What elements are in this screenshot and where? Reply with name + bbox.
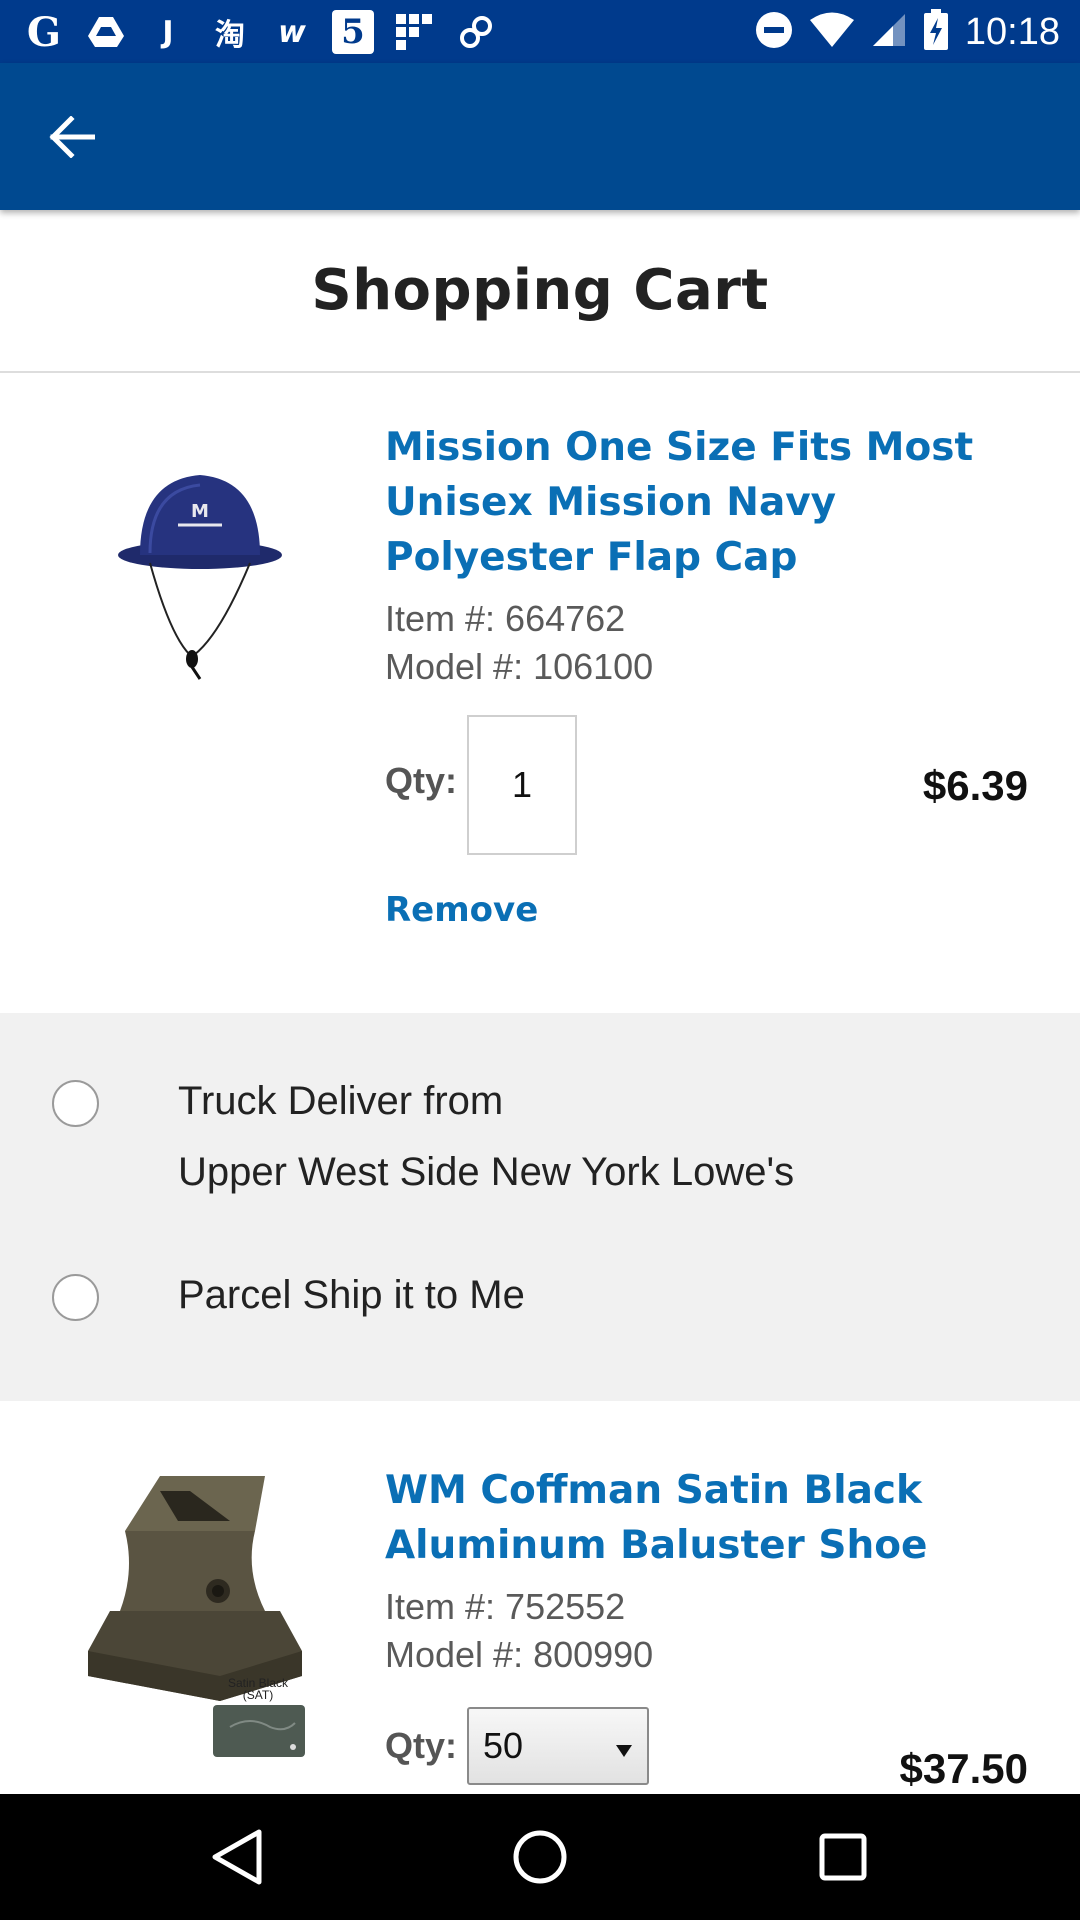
back-button[interactable] <box>42 107 102 167</box>
circle-home-icon <box>513 1830 567 1884</box>
item-price: $6.39 <box>922 762 1028 809</box>
drive-icon <box>84 10 128 54</box>
nav-back-button[interactable] <box>202 1822 272 1892</box>
triangle-back-icon <box>212 1829 262 1885</box>
item-number: Item #: 752552 <box>385 1586 626 1627</box>
parcel-ship-option[interactable]: Parcel Ship it to Me <box>178 1260 525 1331</box>
truck-delivery-radio[interactable] <box>52 1080 99 1127</box>
item-info: WM Coffman Satin Black Aluminum Baluster… <box>385 1463 1040 1679</box>
quantity-input[interactable]: 1 <box>467 715 577 855</box>
cart-item: M Mission One Size Fits Most Unisex Miss… <box>0 375 1080 1013</box>
navigation-bar <box>0 1794 1080 1920</box>
nav-recents-button[interactable] <box>808 1822 878 1892</box>
app-bar <box>0 63 1080 210</box>
system-status: 10:18 <box>755 8 1060 56</box>
link-icon <box>454 10 498 54</box>
product-image-flap-cap[interactable]: M <box>110 445 290 685</box>
delivery-options: Truck Deliver from Upper West Side New Y… <box>0 1013 1080 1401</box>
nav-home-button[interactable] <box>505 1822 575 1892</box>
notification-icons: G J 淘 w 5 <box>22 8 498 56</box>
do-not-disturb-icon <box>755 11 793 53</box>
product-image-baluster-shoe[interactable]: Satin Black (SAT) <box>80 1461 310 1761</box>
dropdown-arrow-icon <box>615 1725 633 1767</box>
page-header: Shopping Cart <box>0 210 1080 373</box>
svg-text:(SAT): (SAT) <box>243 1688 273 1702</box>
model-number: Model #: 106100 <box>385 646 654 687</box>
parcel-ship-radio[interactable] <box>52 1274 99 1321</box>
wifi-icon <box>809 11 855 53</box>
j-app-icon: J <box>162 14 174 50</box>
svg-text:M: M <box>191 501 209 522</box>
product-name-link[interactable]: Mission One Size Fits Most Unisex Missio… <box>385 420 1040 585</box>
truck-delivery-label: Truck Deliver from <box>178 1079 504 1123</box>
clock: 10:18 <box>964 10 1060 53</box>
taobao-icon: 淘 <box>215 18 245 53</box>
cart-item: Satin Black (SAT) WM Coffman Satin Black… <box>0 1401 1080 1794</box>
battery-icon <box>923 9 949 55</box>
item-number: Item #: 664762 <box>385 598 626 639</box>
remove-button[interactable]: Remove <box>385 890 538 930</box>
signal-icon <box>871 12 907 52</box>
quantity-row: Qty: 50 <box>385 1707 649 1785</box>
quantity-select[interactable]: 50 <box>467 1707 649 1785</box>
w-app-icon: w <box>278 14 306 50</box>
truck-delivery-option[interactable]: Truck Deliver from Upper West Side New Y… <box>178 1066 794 1208</box>
square-recents-icon <box>819 1833 867 1881</box>
item-price: $37.50 <box>899 1745 1028 1792</box>
five-app-icon: 5 <box>332 10 374 54</box>
quantity-row: Qty: 1 <box>385 715 577 855</box>
google-icon: G <box>26 8 62 56</box>
truck-delivery-store: Upper West Side New York Lowe's <box>178 1150 795 1194</box>
qty-label: Qty: <box>385 1725 457 1766</box>
qty-label: Qty: <box>385 760 457 801</box>
quantity-value: 50 <box>483 1725 524 1766</box>
product-name-link[interactable]: WM Coffman Satin Black Aluminum Baluster… <box>385 1463 1040 1573</box>
item-info: Mission One Size Fits Most Unisex Missio… <box>385 420 1040 691</box>
status-bar: G J 淘 w 5 10:18 <box>0 0 1080 63</box>
grid-app-icon <box>392 10 436 54</box>
arrow-back-icon <box>49 116 95 158</box>
page-title: Shopping Cart <box>311 258 769 323</box>
model-number: Model #: 800990 <box>385 1634 654 1675</box>
